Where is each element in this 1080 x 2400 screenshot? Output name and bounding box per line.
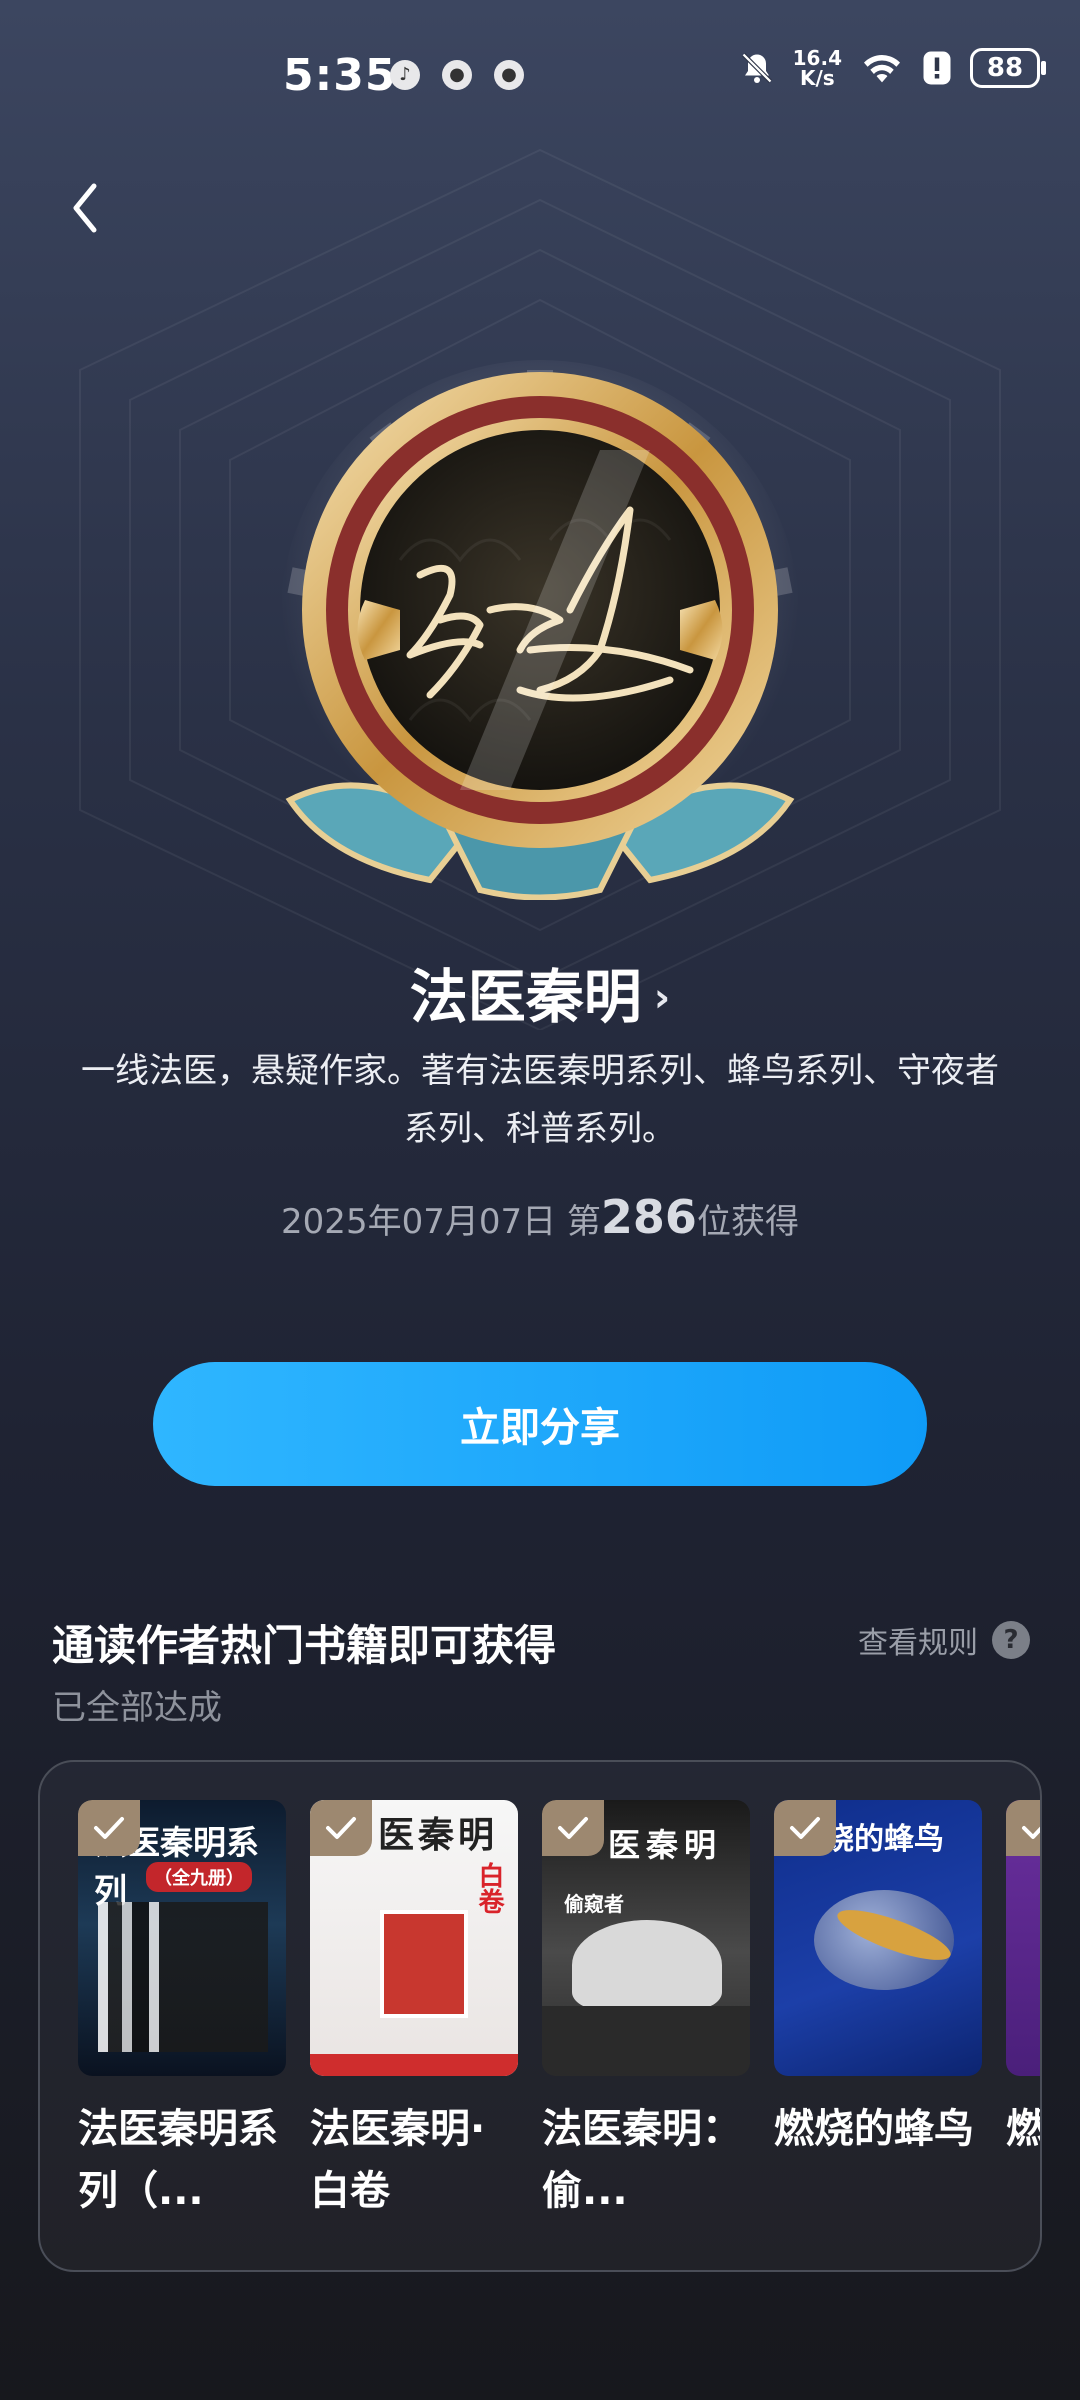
checkmark-icon (1006, 1800, 1040, 1856)
book-cover (1006, 1800, 1040, 2076)
chevron-right-icon: › (653, 975, 671, 1021)
notification-icons: ♪ ● ● (390, 60, 524, 90)
book-card[interactable]: 医秦明 白卷 法医秦明·白卷 (310, 1800, 518, 2222)
cover-subtitle: 偷窥者 (564, 1892, 624, 1916)
rank-prefix: 第 (566, 1202, 601, 1242)
book-title: 法医秦明系列（... (78, 2106, 278, 2214)
book-card[interactable]: 医秦明 偷窥者 法医秦明：偷... (542, 1800, 750, 2222)
rules-label: 查看规则 (858, 1626, 978, 1661)
battery-indicator: 88 (970, 48, 1046, 88)
checkmark-icon (774, 1800, 836, 1856)
obtained-info: 2025年07月07日 第286位获得 (0, 1190, 1080, 1244)
book-title: 燃烧的蜂鸟 (774, 2106, 974, 2152)
network-speed: 16.4 K/s (793, 48, 842, 88)
author-bio: 一线法医，悬疑作家。著有法医秦明系列、蜂鸟系列、守夜者系列、科普系列。 (81, 1051, 999, 1149)
section-subtitle: 已全部达成 (52, 1688, 222, 1728)
author-medal-badge (280, 360, 800, 900)
cover-title: 医秦明 (378, 1814, 499, 1856)
checkmark-icon (78, 1800, 140, 1856)
books-list[interactable]: 法医秦明系列 （全九册） 法医秦明系列（... 医秦明 白卷 法医秦明·白卷 医… (38, 1760, 1042, 2272)
cover-title: 烧的蜂鸟 (824, 1822, 944, 1857)
wifi-icon (864, 55, 900, 83)
book-title: 法医秦明·白卷 (310, 2106, 486, 2214)
question-icon: ? (992, 1621, 1030, 1659)
book-cover: 医秦明 白卷 (310, 1800, 518, 2076)
net-speed-value: 16.4 (792, 46, 842, 70)
book-title: 燃烧的蜂鸟 (1006, 2106, 1042, 2152)
checkmark-icon (542, 1800, 604, 1856)
book-card[interactable]: 法医秦明系列 （全九册） 法医秦明系列（... (78, 1800, 286, 2222)
cover-band (310, 2054, 518, 2076)
cover-title: 医秦明 (608, 1826, 723, 1864)
net-speed-unit: K/s (799, 66, 835, 90)
rank-suffix: 位获得 (696, 1202, 799, 1242)
author-name-link[interactable]: 法医秦明 › (0, 950, 1080, 1034)
cover-subtitle: 白卷 (474, 1862, 504, 1914)
tiktok-icon: ♪ (390, 60, 420, 90)
app-notification-icon: ● (442, 60, 472, 90)
bell-muted-icon (741, 52, 772, 84)
share-button[interactable]: 立即分享 (153, 1362, 927, 1486)
book-card[interactable]: 燃烧的蜂鸟 (1006, 1800, 1042, 2160)
back-chevron-icon[interactable] (62, 178, 112, 238)
cover-subtitle: （全九册） (146, 1862, 252, 1892)
app-notification-icon-2: ● (494, 60, 524, 90)
book-cover: 烧的蜂鸟 (774, 1800, 982, 2076)
checkmark-icon (310, 1800, 372, 1856)
book-cover: 法医秦明系列 （全九册） (78, 1800, 286, 2076)
obtained-date: 2025年07月07日 (281, 1202, 557, 1242)
status-bar: 5:35 ♪ ● ● 16.4 K/s 88 (0, 0, 1080, 160)
book-cover: 医秦明 偷窥者 (542, 1800, 750, 2076)
book-card[interactable]: 烧的蜂鸟 燃烧的蜂鸟 (774, 1800, 982, 2160)
cover-footer (542, 2006, 750, 2076)
alert-icon (923, 51, 951, 85)
author-name: 法医秦明 (409, 963, 642, 1031)
book-title: 法医秦明：偷... (542, 2106, 742, 2214)
view-rules-link[interactable]: 查看规则 ? (858, 1618, 1030, 1662)
section-title: 通读作者热门书籍即可获得 (52, 1621, 557, 1670)
clock: 5:35 (283, 50, 397, 101)
rank-number: 286 (600, 1190, 697, 1244)
cover-art (380, 1910, 468, 2018)
cover-art (98, 1902, 268, 2052)
system-icons: 16.4 K/s 88 (739, 48, 1046, 88)
cover-art (572, 1920, 722, 2010)
